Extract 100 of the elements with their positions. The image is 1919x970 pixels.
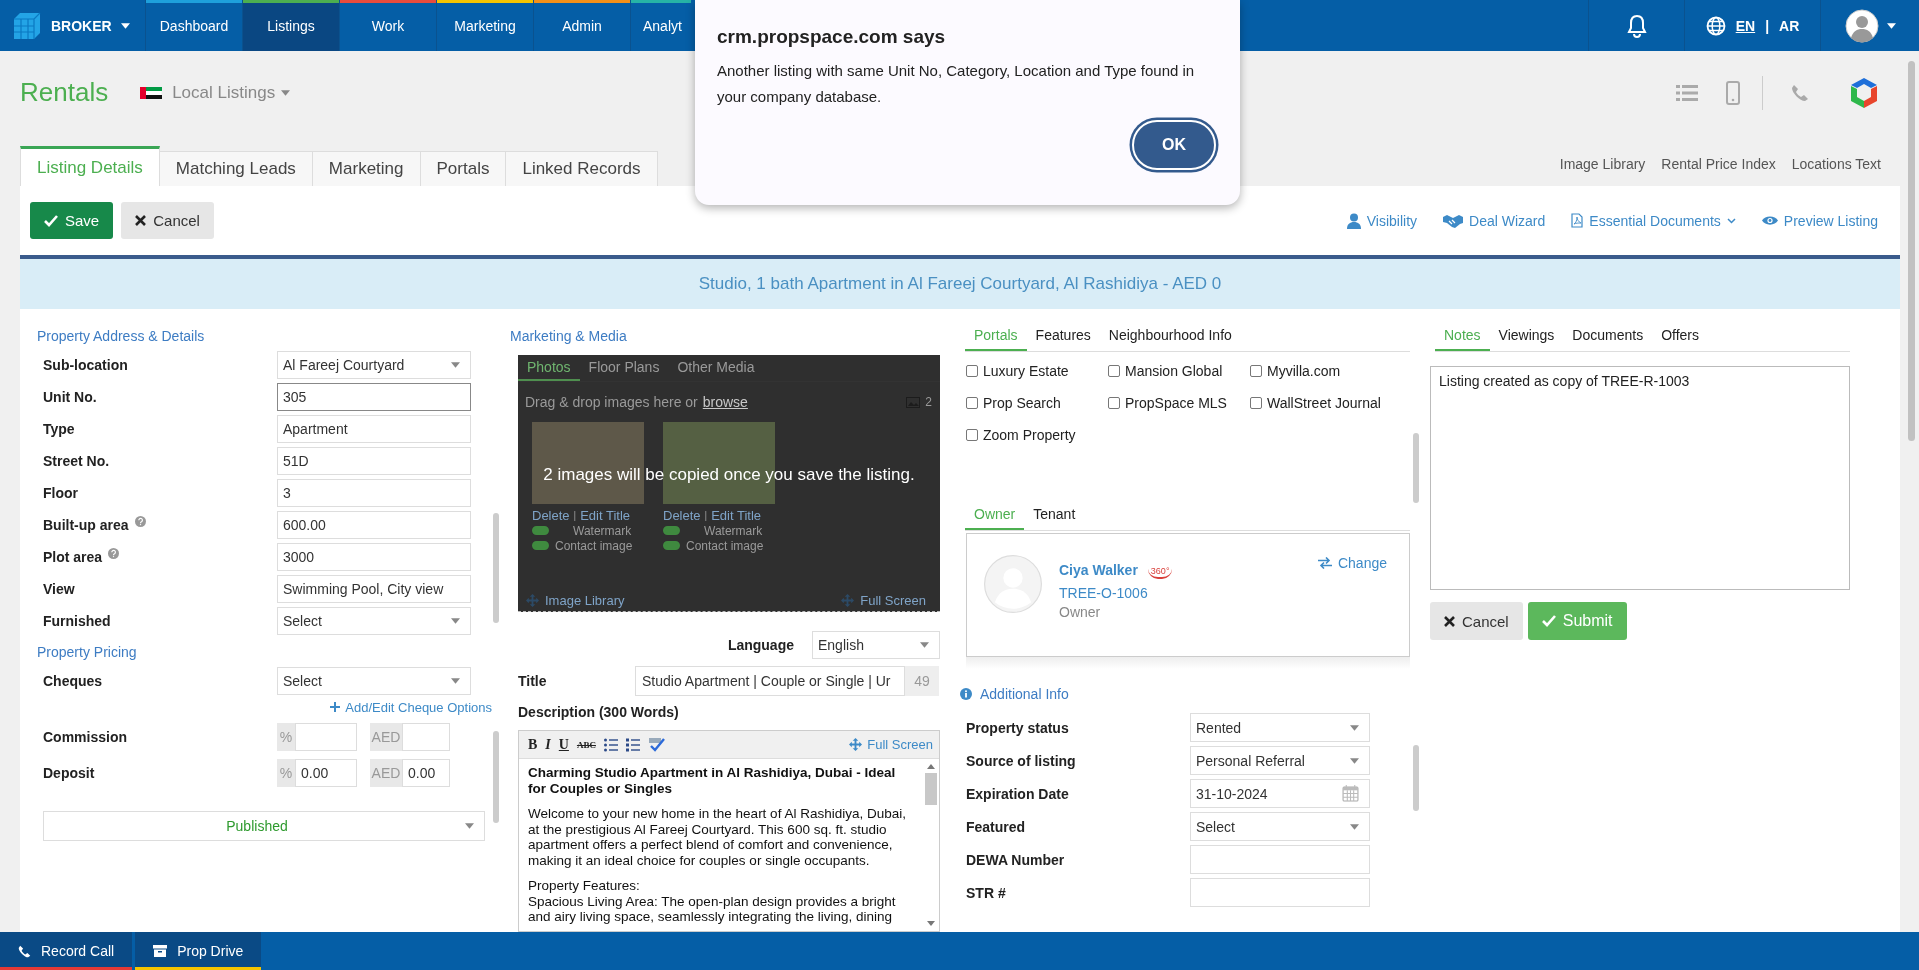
input-field[interactable]: 3000 (277, 543, 471, 571)
tab[interactable]: Other Media (668, 359, 764, 381)
list-icon[interactable] (1676, 83, 1698, 102)
phone-icon[interactable] (1791, 83, 1809, 102)
nav-item[interactable]: Listings (243, 0, 340, 51)
date-field[interactable]: 31-10-2024 (1190, 779, 1370, 808)
tab[interactable]: Neighbourhood Info (1099, 327, 1241, 351)
checkbox-label[interactable]: Luxury Estate (983, 363, 1069, 379)
tab[interactable]: Offers (1652, 327, 1709, 351)
tab[interactable]: Portals (420, 151, 507, 186)
scrollbar[interactable] (1413, 745, 1419, 811)
link[interactable]: Visibility (1346, 212, 1418, 229)
input-field[interactable]: 51D (277, 447, 471, 475)
checkbox[interactable] (1108, 397, 1120, 409)
tab[interactable]: Linked Records (506, 151, 658, 186)
link[interactable]: Image Library (1559, 156, 1646, 172)
input-field[interactable]: 600.00 (277, 511, 471, 539)
input-field[interactable] (295, 723, 357, 751)
toggle-switch[interactable] (663, 541, 680, 550)
input-field[interactable] (1190, 845, 1370, 874)
checkbox-label[interactable]: PropSpace MLS (1125, 395, 1227, 411)
scrollbar-thumb[interactable] (925, 773, 937, 805)
toggle-switch[interactable] (532, 541, 549, 550)
link[interactable]: Full Screen (841, 593, 926, 608)
ok-button[interactable]: OK (1132, 120, 1216, 170)
language-link[interactable]: EN (1735, 17, 1756, 34)
mobile-icon[interactable] (1726, 80, 1740, 105)
checkbox-label[interactable]: Mansion Global (1125, 363, 1223, 379)
spellcheck-icon[interactable] (647, 737, 665, 752)
underline-button[interactable]: U (558, 736, 569, 753)
checkbox[interactable] (966, 429, 978, 441)
toggle-switch[interactable] (663, 526, 680, 535)
checkbox-label[interactable]: Myvilla.com (1267, 363, 1341, 379)
scrollbar[interactable] (493, 513, 499, 623)
tab[interactable]: Viewings (1489, 327, 1564, 351)
rich-text-editor[interactable] (518, 730, 940, 932)
link[interactable]: Locations Text (1791, 156, 1881, 172)
select-field[interactable]: Personal Referral (1190, 746, 1370, 775)
select-field[interactable]: Select (277, 607, 471, 635)
checkbox[interactable] (1250, 397, 1262, 409)
tab[interactable]: Marketing (312, 151, 421, 186)
select-field[interactable]: Rented (1190, 713, 1370, 742)
select-field[interactable]: Al Fareej Courtyard (277, 351, 471, 379)
save-button[interactable]: Save (30, 202, 114, 239)
link[interactable]: Deal Wizard (1443, 212, 1546, 229)
link[interactable]: Image Library (526, 593, 625, 608)
select-field[interactable]: Published (43, 811, 485, 841)
link[interactable]: Preview Listing (1761, 212, 1878, 229)
bell-icon[interactable] (1625, 13, 1648, 38)
notes-field[interactable]: Listing created as copy of TREE-R-1003 (1430, 366, 1850, 590)
checkbox-label[interactable]: WallStreet Journal (1267, 395, 1381, 411)
browse-link[interactable]: browse (702, 394, 748, 410)
cancel-button[interactable]: Cancel (121, 202, 214, 239)
checkbox-label[interactable]: Zoom Property (983, 427, 1076, 443)
bold-button[interactable]: B (528, 736, 538, 753)
tab[interactable]: Documents (1563, 327, 1653, 351)
tab[interactable]: Photos (518, 359, 580, 381)
input-field[interactable]: Swimming Pool, City view (277, 575, 471, 603)
edit-title-link[interactable]: Edit Title (580, 508, 631, 523)
link[interactable]: Add/Edit Cheque Options (330, 699, 492, 715)
input-field[interactable]: 3 (277, 479, 471, 507)
nav-item[interactable]: Work (340, 0, 437, 51)
nav-item[interactable]: Marketing (437, 0, 534, 51)
tab[interactable]: Features (1026, 327, 1100, 351)
checkbox[interactable] (966, 397, 978, 409)
tab[interactable]: Tenant (1024, 506, 1085, 530)
checkbox-label[interactable]: Prop Search (983, 395, 1061, 411)
brand-menu[interactable]: BROKER (0, 0, 146, 51)
select-field[interactable]: English (812, 631, 940, 659)
toggle-switch[interactable] (532, 526, 549, 535)
input-field[interactable] (1190, 878, 1370, 907)
tab[interactable]: Matching Leads (159, 151, 313, 186)
bulleted-list-icon[interactable] (603, 737, 618, 752)
select-field[interactable]: Select (1190, 812, 1370, 841)
link[interactable]: Essential Documents (1571, 212, 1736, 229)
numbered-list-icon[interactable] (625, 737, 640, 752)
edit-title-link[interactable]: Edit Title (711, 508, 762, 523)
select-field[interactable]: Select (277, 667, 471, 695)
scrollbar[interactable] (1413, 433, 1419, 503)
italic-button[interactable]: I (545, 736, 551, 753)
input-field[interactable]: Studio Apartment | Couple or Single | Ur (635, 666, 905, 696)
link[interactable]: Rental Price Index (1661, 156, 1776, 172)
checkbox[interactable] (966, 365, 978, 377)
change-link[interactable]: Change (1317, 555, 1387, 571)
checkbox[interactable] (1250, 365, 1262, 377)
input-field[interactable]: 305 (277, 383, 471, 411)
nav-item[interactable]: Analyt (631, 0, 691, 51)
input-field[interactable]: Apartment (277, 415, 471, 443)
cancel-button[interactable]: Cancel (1430, 602, 1523, 640)
strike-button[interactable]: ABC (576, 739, 596, 750)
input-field[interactable] (402, 723, 450, 751)
input-field[interactable]: 0.00 (295, 759, 357, 787)
tab[interactable]: Floor Plans (579, 359, 669, 381)
contact-name[interactable]: Ciya Walker (1059, 562, 1138, 578)
nav-item[interactable]: Admin (534, 0, 631, 51)
scrollbar[interactable] (493, 731, 499, 823)
reference-link[interactable]: TREE-O-1006 (1059, 585, 1173, 601)
checkbox[interactable] (1108, 365, 1120, 377)
language-link[interactable]: AR (1779, 17, 1800, 34)
delete-link[interactable]: Delete (663, 508, 701, 523)
